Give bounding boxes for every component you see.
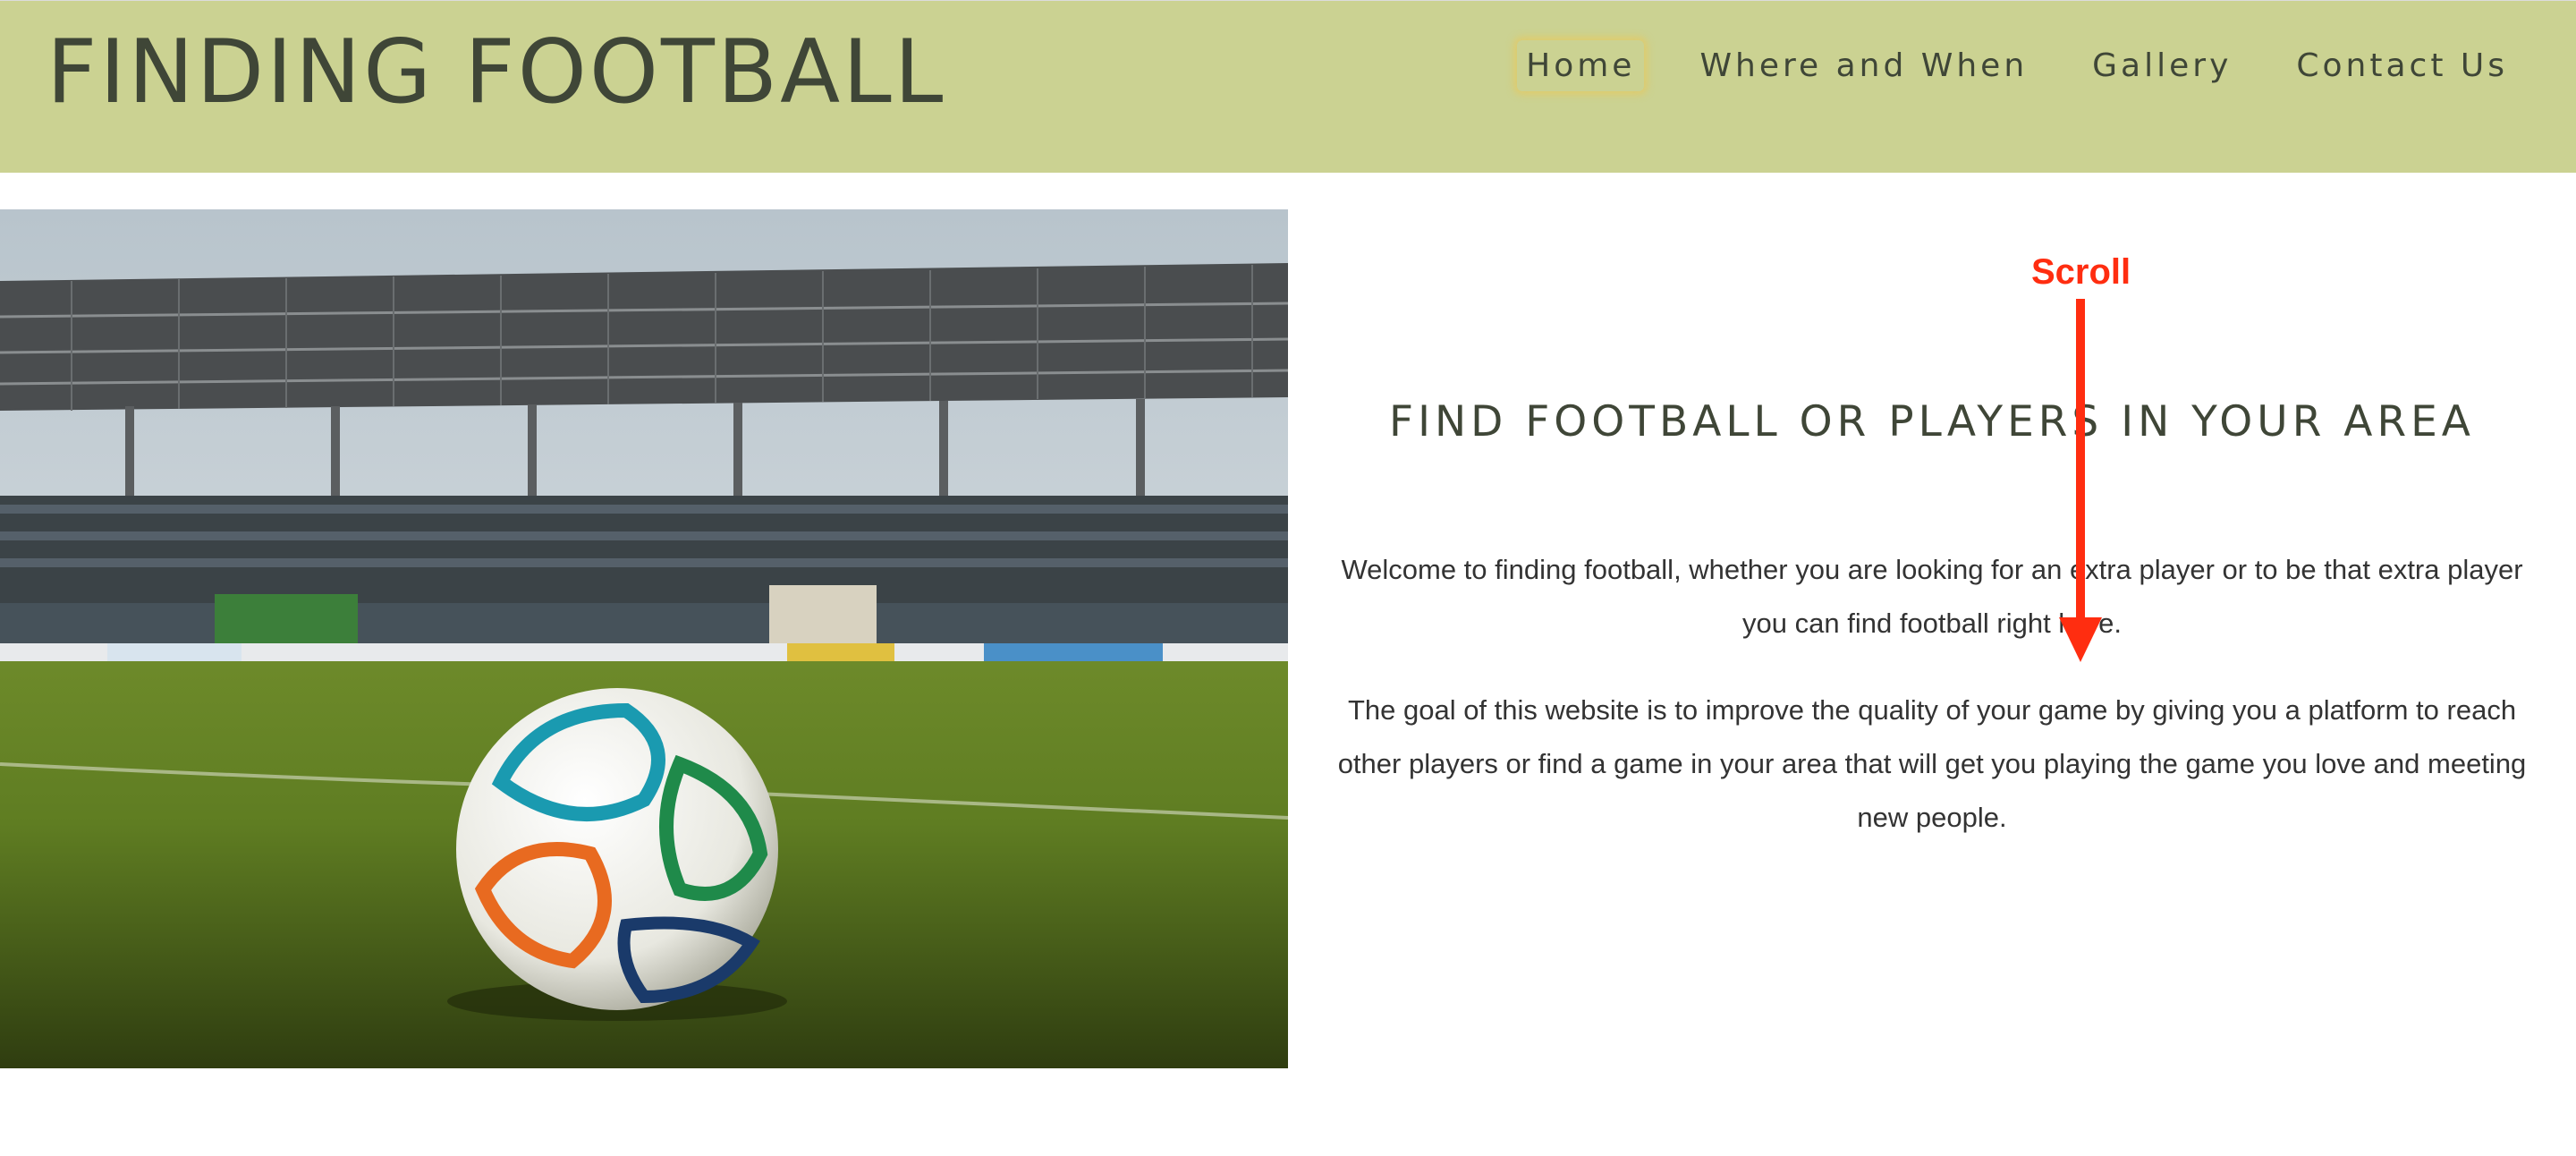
intro-section: FIND FOOTBALL OR PLAYERS IN YOUR AREA We… [1315,209,2549,845]
site-logo[interactable]: FINDING FOOTBALL [47,22,945,123]
scroll-annotation-label: Scroll [2031,252,2131,292]
nav-gallery-link[interactable]: Gallery [2083,40,2241,91]
intro-paragraph: Welcome to finding football, whether you… [1341,554,2523,639]
nav-where-and-when-link[interactable]: Where and When [1690,40,2037,91]
section-heading: FIND FOOTBALL OR PLAYERS IN YOUR AREA [1389,397,2475,446]
scroll-down-arrow-icon [2059,299,2102,662]
site-header: FINDING FOOTBALL Home Where and When Gal… [0,0,2576,173]
nav-contact-us-link[interactable]: Contact Us [2287,40,2517,91]
main-nav: Home Where and When Gallery Contact Us [1517,40,2517,91]
nav-home-link[interactable]: Home [1517,40,1644,91]
stadium-football-image [0,209,1288,1068]
goal-paragraph: The goal of this website is to improve t… [1337,694,2527,833]
